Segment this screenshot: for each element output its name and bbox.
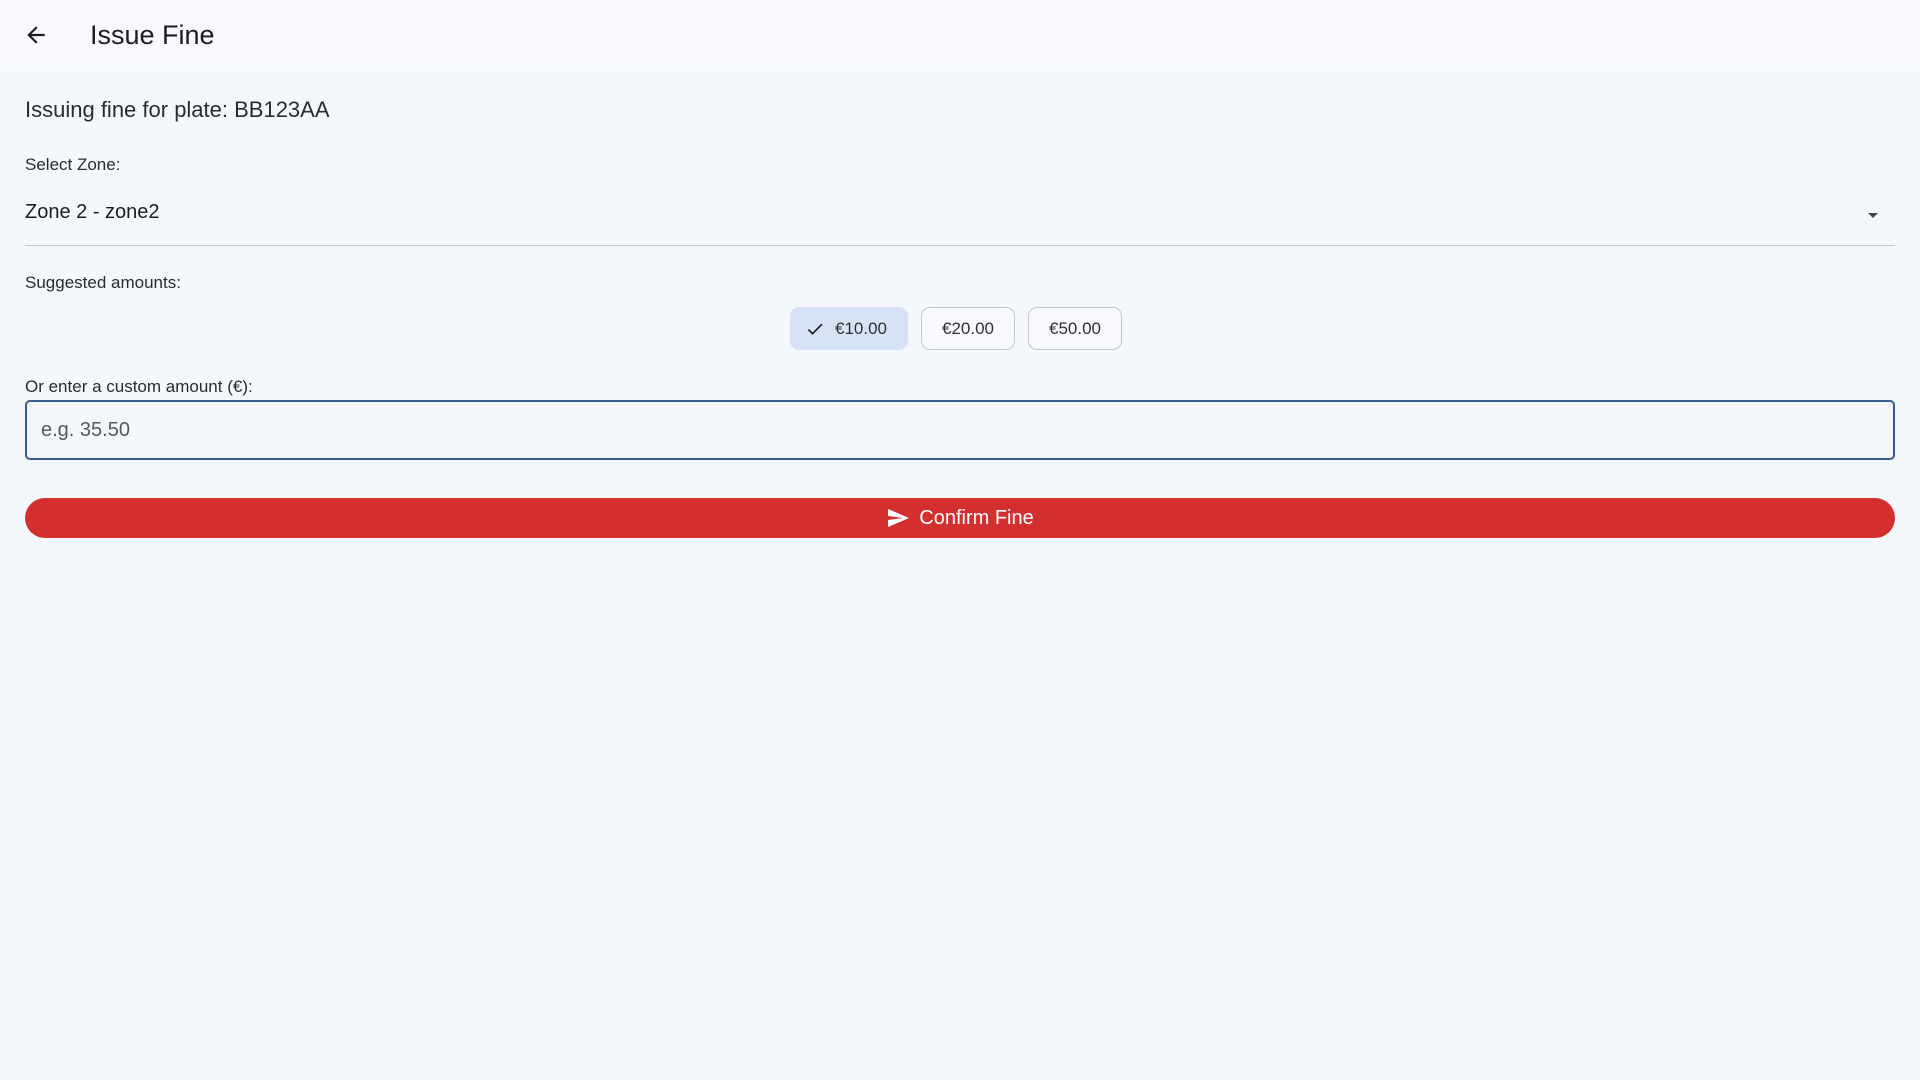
page-title: Issue Fine (90, 20, 215, 50)
plate-info: Issuing fine for plate: BB123AA (25, 97, 330, 122)
amount-chip-label: €50.00 (1049, 318, 1101, 338)
check-icon (807, 323, 823, 335)
amount-chip-20[interactable]: €20.00 (921, 307, 1015, 350)
send-icon (888, 509, 910, 527)
zone-label: Select Zone: (25, 155, 121, 174)
arrow-drop-down-icon (1868, 213, 1878, 218)
suggested-amounts: €10.00 €20.00 €50.00 (790, 307, 1122, 350)
custom-amount-input[interactable] (25, 400, 1895, 460)
arrow-back-icon (27, 26, 45, 44)
amount-chip-10[interactable]: €10.00 (790, 307, 908, 350)
amount-chip-label: €20.00 (942, 318, 994, 338)
confirm-fine-label: Confirm Fine (919, 506, 1034, 529)
app-bar: Issue Fine (0, 0, 1920, 70)
custom-amount-label: Or enter a custom amount (€): (25, 377, 253, 396)
zone-selected-value: Zone 2 - zone2 (25, 201, 160, 223)
amount-chip-label: €10.00 (835, 318, 887, 338)
zone-select[interactable] (25, 190, 1895, 246)
amount-chip-50[interactable]: €50.00 (1028, 307, 1122, 350)
suggested-amounts-label: Suggested amounts: (25, 273, 181, 292)
confirm-fine-button[interactable]: Confirm Fine (25, 498, 1895, 538)
back-button[interactable] (14, 13, 58, 57)
